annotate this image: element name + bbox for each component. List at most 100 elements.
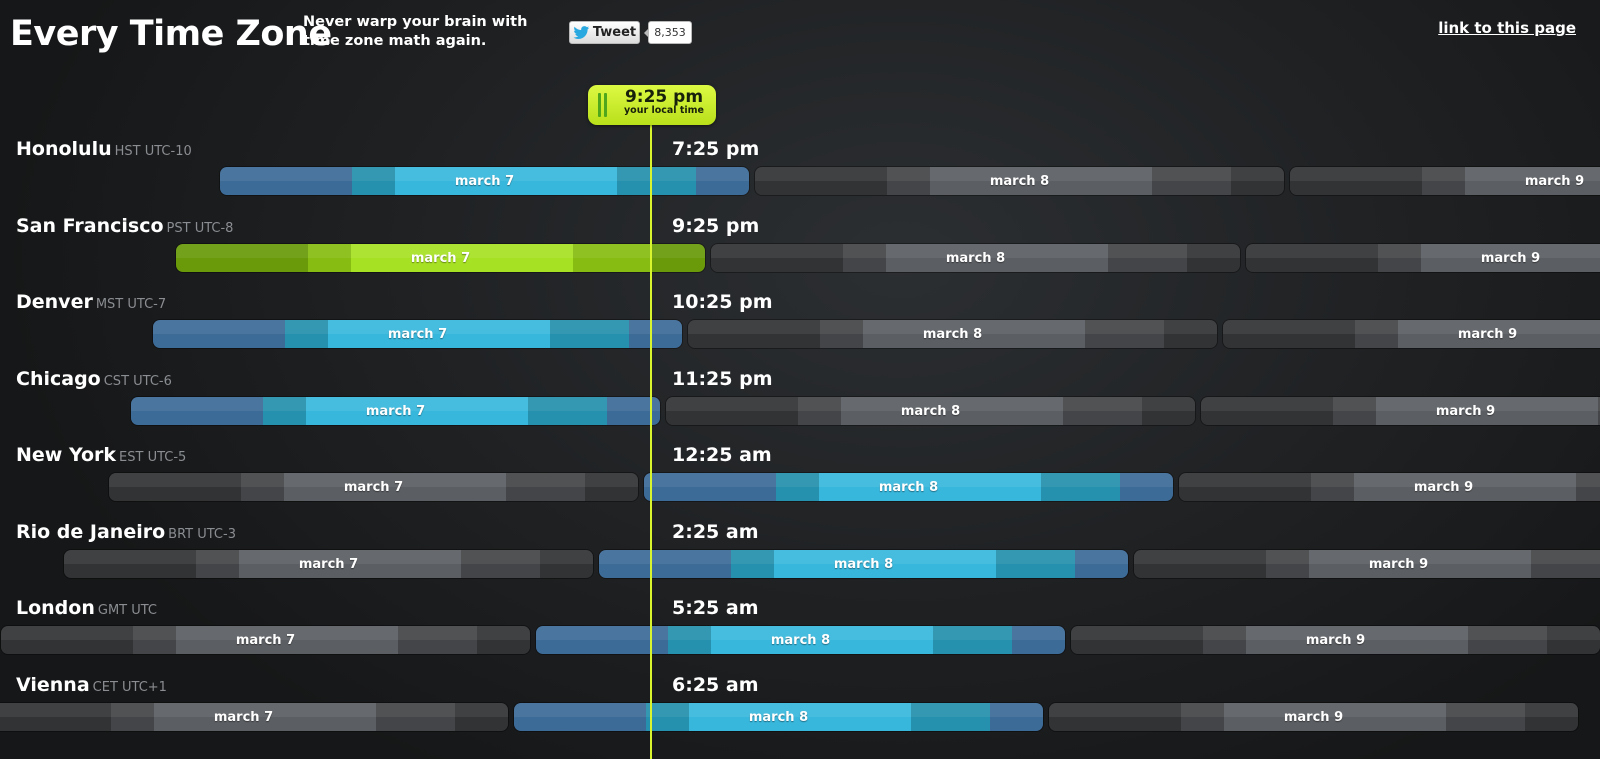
timezone-abbr: HST UTC-10 (114, 144, 192, 159)
city-name[interactable]: New York EST UTC-5 (16, 444, 186, 466)
timezone-row: London GMT UTC 5:25 am march 7 march 8 march … (0, 597, 1600, 673)
day-bar[interactable]: march 8 (598, 548, 1129, 579)
tweet-label: Tweet (592, 25, 637, 40)
day-label: march 8 (833, 556, 894, 572)
local-time-caption: your local time (623, 105, 704, 116)
timezone-abbr: PST UTC-8 (166, 220, 234, 236)
twitter-bird-icon (573, 25, 590, 40)
day-label: march 9 (1413, 480, 1474, 495)
day-label: march 9 (1480, 250, 1541, 266)
city-name[interactable]: Vienna CET UTC+1 (16, 674, 167, 696)
day-label: march 8 (989, 174, 1050, 189)
day-label: march 8 (945, 250, 1006, 266)
current-time-line[interactable] (650, 125, 652, 759)
city-label: London (16, 597, 95, 619)
day-bar[interactable]: march 7 (219, 166, 750, 196)
day-bar[interactable]: march 8 (687, 319, 1218, 349)
day-bar[interactable]: march 7 (175, 242, 706, 273)
day-label: march 9 (1524, 174, 1585, 189)
city-name[interactable]: Denver MST UTC-7 (16, 291, 166, 313)
day-label: march 7 (235, 633, 296, 648)
timezone-abbr: CET UTC+1 (92, 679, 167, 695)
city-label: New York (16, 444, 117, 466)
day-bar[interactable]: march 7 (108, 472, 639, 502)
day-label: march 8 (770, 633, 831, 648)
day-bar[interactable]: march 9 (1048, 701, 1579, 732)
day-bar[interactable]: march 9 (1289, 166, 1600, 196)
city-name[interactable]: Chicago CST UTC-6 (16, 368, 172, 390)
day-bar[interactable]: march 9 (1133, 548, 1600, 579)
timezone-row: New York EST UTC-5 12:25 am march 7 march 8 m… (0, 444, 1600, 520)
tagline: Never warp your brain with time zone mat… (303, 14, 528, 49)
drag-grip-icon (598, 93, 601, 117)
day-label: march 7 (454, 174, 515, 189)
tweet-button[interactable]: Tweet (569, 21, 640, 44)
city-time: 10:25 pm (672, 291, 773, 313)
day-bar[interactable]: march 9 (1070, 625, 1600, 655)
day-bar[interactable]: march 9 (1245, 242, 1600, 273)
day-label: march 9 (1305, 633, 1366, 648)
city-time: 12:25 am (672, 444, 772, 466)
day-bar[interactable]: march 7 (63, 548, 594, 579)
day-bar[interactable]: march 8 (710, 242, 1241, 273)
day-bar[interactable]: march 9 (1200, 395, 1600, 426)
day-bar[interactable]: march 7 (0, 625, 531, 655)
day-label: march 9 (1283, 709, 1344, 725)
city-time: 6:25 am (672, 673, 759, 696)
city-label: Denver (16, 291, 93, 313)
city-time: 5:25 am (672, 597, 759, 619)
day-label: march 7 (343, 480, 404, 495)
page: Every Time Zone Never warp your brain wi… (0, 0, 1600, 759)
city-time: 11:25 pm (672, 367, 773, 390)
day-label: march 8 (878, 480, 939, 495)
day-label: march 7 (365, 403, 426, 419)
city-name[interactable]: London GMT UTC (16, 597, 157, 619)
timezone-row: Rio de Janeiro BRT UTC-3 2:25 am march 7 mar… (0, 521, 1600, 597)
timezone-abbr: BRT UTC-3 (168, 526, 236, 542)
day-label: march 7 (410, 250, 471, 266)
city-label: Rio de Janeiro (16, 520, 166, 543)
city-name[interactable]: Rio de Janeiro BRT UTC-3 (16, 521, 236, 543)
city-name[interactable]: Honolulu HST UTC-10 (16, 138, 192, 160)
timezone-abbr: MST UTC-7 (95, 297, 167, 312)
day-bar[interactable]: march 9 (1222, 319, 1600, 349)
local-time: 9:25 pm (624, 87, 704, 107)
drag-grip-icon (604, 93, 607, 117)
link-to-this-page[interactable]: link to this page (1438, 19, 1576, 37)
day-label: march 9 (1435, 403, 1496, 419)
day-label: march 8 (900, 403, 961, 419)
day-label: march 9 (1368, 556, 1429, 572)
day-label: march 9 (1457, 327, 1518, 342)
day-bar[interactable]: march 8 (535, 625, 1066, 655)
timezone-row: Vienna CET UTC+1 6:25 am march 7 march 8 marc… (0, 674, 1600, 750)
day-bar[interactable]: march 8 (665, 395, 1196, 426)
app-title: Every Time Zone (10, 14, 332, 54)
timezone-abbr: EST UTC-5 (119, 450, 187, 465)
day-bar[interactable]: march 7 (0, 701, 509, 732)
city-time: 9:25 pm (672, 214, 760, 237)
current-time-handle[interactable]: 9:25 pm your local time (588, 85, 716, 125)
day-bar[interactable]: march 7 (130, 395, 661, 426)
city-label: Vienna (16, 673, 90, 696)
day-bar[interactable]: march 7 (152, 319, 683, 349)
timezone-row: Chicago CST UTC-6 11:25 pm march 7 march 8 ma… (0, 368, 1600, 444)
timezone-abbr: CST UTC-6 (103, 373, 172, 389)
city-label: Chicago (16, 367, 101, 390)
day-bar[interactable]: march 9 (1178, 472, 1600, 502)
day-label: march 7 (387, 327, 448, 342)
day-bar[interactable]: march 8 (513, 701, 1044, 732)
city-time: 7:25 pm (672, 138, 760, 160)
day-bar[interactable]: march 8 (754, 166, 1285, 196)
day-label: march 8 (748, 709, 809, 725)
timezone-row: Honolulu HST UTC-10 7:25 pm march 7 march 8 m… (0, 138, 1600, 214)
day-label: march 7 (298, 556, 359, 572)
city-label: Honolulu (16, 138, 112, 160)
city-name[interactable]: San Francisco PST UTC-8 (16, 215, 233, 237)
day-label: march 7 (213, 709, 274, 725)
day-bar[interactable]: march 8 (643, 472, 1174, 502)
city-time: 2:25 am (672, 520, 759, 543)
timezone-row: San Francisco PST UTC-8 9:25 pm march 7 marc… (0, 215, 1600, 291)
day-label: march 8 (922, 327, 983, 342)
timezone-abbr: GMT UTC (97, 603, 158, 618)
tweet-count[interactable]: 8,353 (644, 21, 692, 44)
